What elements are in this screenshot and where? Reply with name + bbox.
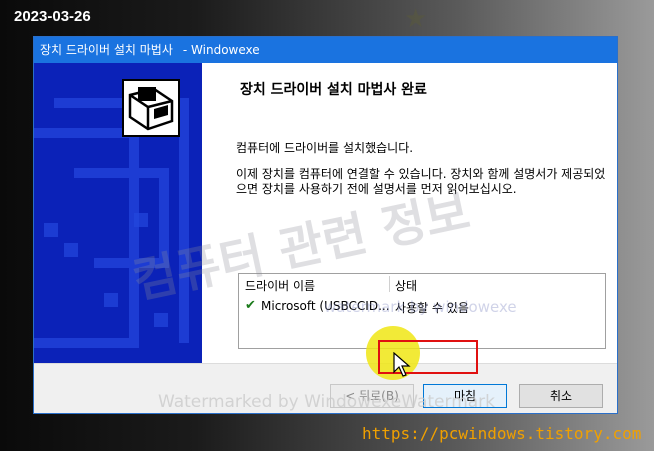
window-title: 장치 드라이버 설치 마법사 — [40, 43, 173, 57]
window-title-suffix: - Windowexe — [182, 43, 260, 57]
star-decoration-icon: ★ — [404, 4, 428, 34]
site-url: https://pcwindows.tistory.com — [362, 424, 642, 443]
checkmark-icon: ✔ — [245, 298, 256, 313]
title-bar[interactable]: 장치 드라이버 설치 마법사 - Windowexe — [34, 37, 617, 63]
watermark-bottom: Watermarked by WindowexeWatermark — [158, 392, 496, 412]
screenshot-date: 2023-03-26 — [14, 8, 91, 25]
column-status[interactable]: 상태 — [395, 277, 417, 294]
page-title: 장치 드라이버 설치 마법사 완료 — [240, 82, 427, 98]
hardware-install-icon — [122, 79, 180, 137]
watermark-english: watermark by windowexe — [324, 298, 517, 316]
column-divider — [389, 276, 390, 292]
mouse-cursor-icon — [393, 352, 411, 377]
install-complete-text: 컴퓨터에 드라이버를 설치했습니다. — [236, 141, 414, 155]
wizard-side-panel — [34, 63, 202, 363]
driver-install-wizard-dialog: 장치 드라이버 설치 마법사 - Windowexe 장치 드라이버 설치 마법… — [33, 36, 618, 414]
cancel-button[interactable]: 취소 — [519, 384, 603, 408]
